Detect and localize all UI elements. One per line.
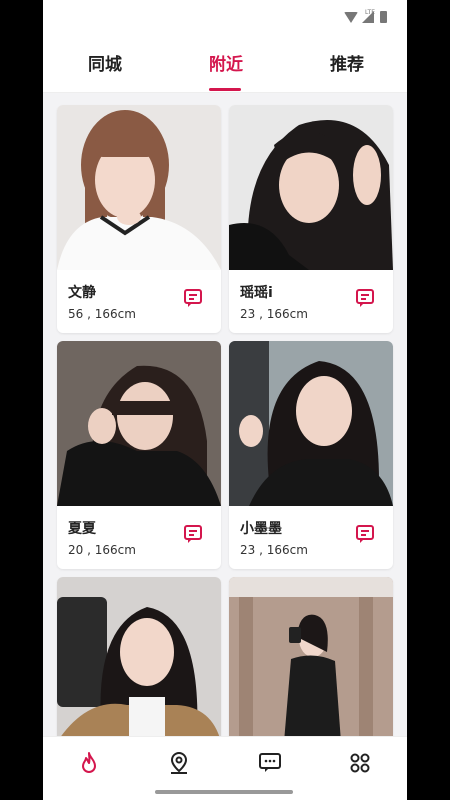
tab-nearby[interactable]: 附近 bbox=[209, 50, 243, 75]
user-card[interactable]: 瑶瑶i 23 , 166cm bbox=[229, 105, 393, 333]
user-age-height: 56 , 166cm bbox=[68, 307, 136, 321]
message-icon[interactable] bbox=[183, 524, 203, 544]
active-tab-indicator bbox=[209, 88, 241, 91]
user-age-height: 23 , 166cm bbox=[240, 307, 308, 321]
message-icon[interactable] bbox=[355, 524, 375, 544]
message-icon[interactable] bbox=[183, 288, 203, 308]
user-name: 文静 bbox=[68, 285, 96, 301]
tab-recommended[interactable]: 推荐 bbox=[330, 50, 364, 75]
user-card[interactable]: 文静 56 , 166cm bbox=[57, 105, 221, 333]
user-name: 瑶瑶i bbox=[240, 285, 273, 301]
app-screen: LTE 同城 附近 推荐 文静 56 , 166cm 瑶瑶i 23 , 166c… bbox=[43, 0, 407, 800]
user-name: 夏夏 bbox=[68, 521, 96, 537]
battery-icon bbox=[380, 11, 387, 23]
user-age-height: 23 , 166cm bbox=[240, 543, 308, 557]
user-card[interactable]: 夏夏 20 , 166cm bbox=[57, 341, 221, 569]
top-tabs: 同城 附近 推荐 bbox=[43, 38, 407, 93]
user-card[interactable]: 小墨墨 23 , 166cm bbox=[229, 341, 393, 569]
profile-photo[interactable] bbox=[229, 577, 393, 742]
wifi-icon bbox=[344, 11, 358, 23]
flame-icon[interactable] bbox=[77, 751, 101, 775]
home-indicator bbox=[155, 790, 293, 794]
profile-photo[interactable] bbox=[57, 105, 221, 270]
status-bar: LTE bbox=[43, 0, 407, 38]
tab-same-city[interactable]: 同城 bbox=[88, 50, 122, 75]
location-pin-icon[interactable] bbox=[167, 751, 191, 775]
profile-photo[interactable] bbox=[57, 577, 221, 742]
profile-photo[interactable] bbox=[229, 105, 393, 270]
user-name: 小墨墨 bbox=[240, 521, 282, 537]
chat-icon[interactable] bbox=[258, 751, 282, 775]
signal-icon bbox=[362, 11, 374, 23]
profile-photo[interactable] bbox=[57, 341, 221, 506]
user-age-height: 20 , 166cm bbox=[68, 543, 136, 557]
apps-grid-icon[interactable] bbox=[348, 751, 372, 775]
profile-photo[interactable] bbox=[229, 341, 393, 506]
message-icon[interactable] bbox=[355, 288, 375, 308]
